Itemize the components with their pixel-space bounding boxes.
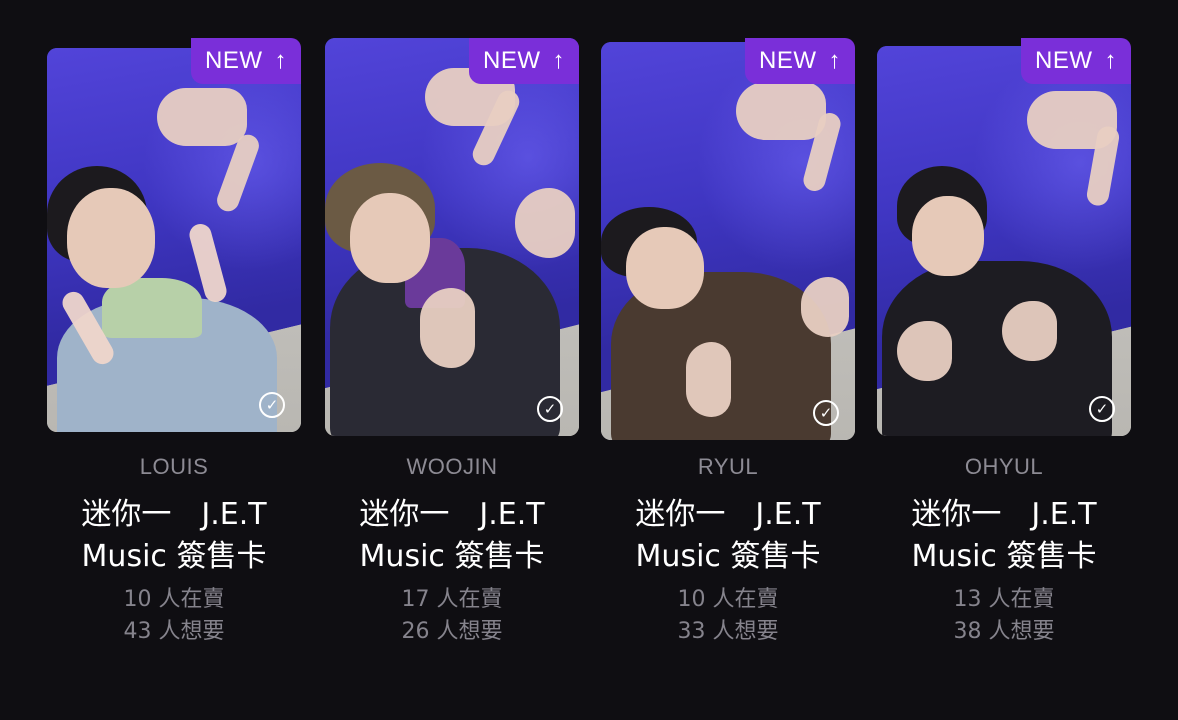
card-title-group: J.E.T bbox=[1031, 497, 1097, 532]
card-title-group: J.E.T bbox=[479, 497, 545, 532]
photocard-image[interactable]: ✓ bbox=[877, 46, 1131, 436]
photocard-item[interactable]: ✓ NEW ↑ LOUIS 迷你一 J.E.T Music 簽售卡 10 人在賣 … bbox=[47, 38, 301, 648]
arrow-up-icon: ↑ bbox=[828, 47, 841, 74]
wanting-count: 43 人想要 bbox=[123, 619, 225, 644]
new-badge: NEW ↑ bbox=[191, 38, 301, 84]
photocard-item[interactable]: ✓ NEW ↑ WOOJIN 迷你一 J.E.T Music 簽售卡 17 人在賣… bbox=[325, 38, 579, 648]
open-hand bbox=[897, 321, 952, 381]
arrow-up-icon: ↑ bbox=[552, 47, 565, 74]
selling-count: 10 人在賣 bbox=[123, 587, 225, 612]
verified-check-icon: ✓ bbox=[813, 400, 839, 426]
open-hand bbox=[1002, 301, 1057, 361]
selling-count: 10 人在賣 bbox=[677, 587, 779, 612]
new-badge-label: NEW bbox=[205, 47, 263, 74]
wanting-count: 26 人想要 bbox=[401, 619, 503, 644]
selling-count: 17 人在賣 bbox=[401, 587, 503, 612]
card-title-type: Music 簽售卡 bbox=[81, 539, 267, 574]
open-hand bbox=[420, 288, 475, 368]
new-badge: NEW ↑ bbox=[745, 38, 855, 84]
member-name: OHYUL bbox=[964, 454, 1044, 479]
person-face bbox=[912, 196, 984, 276]
member-name: RYUL bbox=[697, 454, 759, 479]
card-title-album: 迷你一 bbox=[635, 497, 726, 532]
new-badge-label: NEW bbox=[1035, 47, 1093, 74]
person-face bbox=[67, 188, 155, 288]
arrow-up-icon: ↑ bbox=[274, 47, 287, 74]
new-badge-label: NEW bbox=[483, 47, 541, 74]
verified-check-icon: ✓ bbox=[537, 396, 563, 422]
card-title-type: Music 簽售卡 bbox=[359, 539, 545, 574]
open-hand bbox=[801, 277, 849, 337]
verified-check-icon: ✓ bbox=[1089, 396, 1115, 422]
card-stats: 17 人在賣 26 人想要 bbox=[325, 584, 579, 648]
selling-count: 13 人在賣 bbox=[953, 587, 1055, 612]
member-name: WOOJIN bbox=[406, 454, 498, 479]
hand-graphic bbox=[736, 82, 826, 140]
photocard-image[interactable]: ✓ bbox=[601, 42, 855, 440]
new-badge: NEW ↑ bbox=[469, 38, 579, 84]
person-face bbox=[350, 193, 430, 283]
new-badge: NEW ↑ bbox=[1021, 38, 1131, 84]
card-title: 迷你一 J.E.T Music 簽售卡 bbox=[601, 494, 855, 578]
card-title-group: J.E.T bbox=[755, 497, 821, 532]
photocard-item[interactable]: ✓ NEW ↑ RYUL 迷你一 J.E.T Music 簽售卡 10 人在賣 3… bbox=[601, 38, 855, 648]
card-title-album: 迷你一 bbox=[359, 497, 450, 532]
card-title-type: Music 簽售卡 bbox=[635, 539, 821, 574]
person-face bbox=[626, 227, 704, 309]
arrow-up-icon: ↑ bbox=[1104, 47, 1117, 74]
card-stats: 13 人在賣 38 人想要 bbox=[877, 584, 1131, 648]
card-title: 迷你一 J.E.T Music 簽售卡 bbox=[47, 494, 301, 578]
photocard-item[interactable]: ✓ NEW ↑ OHYUL 迷你一 J.E.T Music 簽售卡 13 人在賣 … bbox=[877, 38, 1131, 648]
card-stats: 10 人在賣 33 人想要 bbox=[601, 584, 855, 648]
photocard-image[interactable]: ✓ bbox=[47, 48, 301, 432]
card-title-album: 迷你一 bbox=[911, 497, 1002, 532]
open-hand bbox=[686, 342, 731, 417]
card-stats: 10 人在賣 43 人想要 bbox=[47, 584, 301, 648]
new-badge-label: NEW bbox=[759, 47, 817, 74]
card-title-group: J.E.T bbox=[201, 497, 267, 532]
photocard-image[interactable]: ✓ bbox=[325, 38, 579, 436]
card-title-type: Music 簽售卡 bbox=[911, 539, 1097, 574]
photocard-grid: ✓ NEW ↑ LOUIS 迷你一 J.E.T Music 簽售卡 10 人在賣 … bbox=[0, 0, 1178, 720]
wanting-count: 38 人想要 bbox=[953, 619, 1055, 644]
card-title-album: 迷你一 bbox=[81, 497, 172, 532]
card-title: 迷你一 J.E.T Music 簽售卡 bbox=[325, 494, 579, 578]
open-hand bbox=[515, 188, 575, 258]
wanting-count: 33 人想要 bbox=[677, 619, 779, 644]
hand-graphic bbox=[157, 88, 247, 146]
card-title: 迷你一 J.E.T Music 簽售卡 bbox=[877, 494, 1131, 578]
member-name: LOUIS bbox=[139, 454, 209, 479]
verified-check-icon: ✓ bbox=[259, 392, 285, 418]
